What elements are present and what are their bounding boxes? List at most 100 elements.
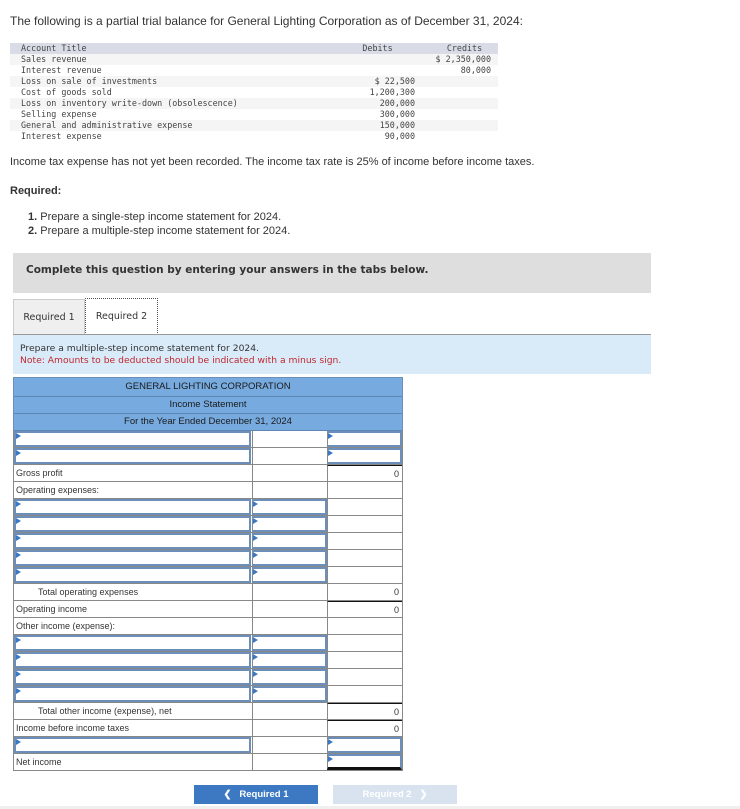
tab-required-1[interactable]: Required 1 [13, 299, 85, 335]
empty-cell [252, 448, 327, 464]
tab-instructions: Prepare a multiple-step income statement… [13, 335, 651, 374]
statement-row [13, 533, 403, 550]
tax-note: Income tax expense has not yet been reco… [10, 156, 535, 168]
statement-row: Operating expenses: [13, 482, 403, 499]
total-other-income-value: 0 [327, 703, 402, 719]
operating-expenses-label: Operating expenses: [16, 485, 100, 495]
amount-input[interactable] [252, 686, 327, 702]
total-operating-expenses-value: 0 [327, 584, 402, 600]
required-item: 1. Prepare a single-step income statemen… [28, 210, 290, 224]
operating-income-label: Operating income [16, 604, 88, 614]
debit-value: $ 22,500 [324, 76, 420, 87]
statement-row [13, 499, 403, 516]
next-required-button[interactable]: Required 2 ❯ [333, 785, 457, 804]
amount-input[interactable] [252, 516, 327, 532]
statement-row [13, 567, 403, 584]
trial-balance-table: Account Title Debits Credits Sales reven… [10, 43, 498, 142]
instruction-text: Prepare a multiple-step income statement… [20, 343, 260, 354]
operating-income-value: 0 [327, 601, 402, 617]
empty-cell [252, 584, 327, 600]
empty-cell [327, 652, 402, 668]
debit-value: 90,000 [384, 131, 415, 141]
amount-input[interactable] [327, 448, 402, 464]
header-account-title: Account Title [10, 43, 324, 54]
empty-cell [252, 703, 327, 719]
next-button-label: Required 2 [362, 789, 412, 800]
prev-required-button[interactable]: ❮ Required 1 [194, 785, 318, 804]
credit-value [420, 131, 498, 142]
credit-value [420, 76, 498, 87]
empty-cell [327, 516, 402, 532]
statement-header: GENERAL LIGHTING CORPORATION Income Stat… [13, 377, 403, 431]
table-row: Interest expense 90,000 [10, 131, 498, 142]
statement-title: Income Statement [14, 397, 402, 414]
net-income-input[interactable] [327, 754, 402, 770]
statement-row [13, 635, 403, 652]
empty-cell [327, 669, 402, 685]
account-dropdown[interactable] [14, 686, 251, 702]
company-name: GENERAL LIGHTING CORPORATION [14, 378, 402, 397]
amount-input[interactable] [252, 652, 327, 668]
header-debits: Debits [324, 43, 420, 54]
amount-input[interactable] [252, 499, 327, 515]
account-dropdown[interactable] [14, 567, 251, 583]
tab-required-2[interactable]: Required 2 [85, 298, 158, 335]
statement-row: Net income [13, 754, 403, 771]
statement-row [13, 431, 403, 448]
net-income-label: Net income [16, 757, 62, 767]
item-text: Prepare a single-step income statement f… [40, 211, 282, 223]
empty-cell [252, 601, 327, 617]
amount-input[interactable] [252, 567, 327, 583]
account-dropdown[interactable] [14, 533, 251, 549]
total-other-income-label: Total other income (expense), net [38, 706, 172, 716]
amount-input[interactable] [252, 669, 327, 685]
account-dropdown[interactable] [14, 448, 251, 464]
intro-text: The following is a partial trial balance… [10, 14, 523, 28]
income-statement: GENERAL LIGHTING CORPORATION Income Stat… [13, 377, 403, 771]
empty-cell [252, 720, 327, 736]
table-row: Loss on sale of investments $ 22,500 [10, 76, 498, 87]
item-number: 1. [28, 211, 38, 223]
header-credits: Credits [420, 43, 498, 54]
empty-cell [327, 635, 402, 651]
debit-value [324, 54, 420, 65]
account-dropdown[interactable] [14, 652, 251, 668]
account-dropdown[interactable] [14, 737, 251, 753]
account-dropdown[interactable] [14, 550, 251, 566]
income-before-taxes-value: 0 [327, 720, 402, 736]
account-dropdown[interactable] [14, 635, 251, 651]
empty-cell [327, 499, 402, 515]
credit-value [420, 87, 498, 98]
credit-value [420, 98, 498, 109]
amount-input[interactable] [252, 550, 327, 566]
income-before-taxes-label: Income before income taxes [16, 723, 130, 733]
empty-cell [252, 737, 327, 753]
account-name: Cost of goods sold [21, 87, 112, 97]
statement-row: Operating income 0 [13, 601, 403, 618]
banner-text: Complete this question by entering your … [26, 264, 429, 276]
account-dropdown[interactable] [14, 431, 251, 447]
account-name: Selling expense [21, 109, 97, 119]
empty-cell [252, 754, 327, 770]
amount-input[interactable] [327, 737, 402, 753]
account-dropdown[interactable] [14, 516, 251, 532]
account-name: Sales revenue [10, 54, 324, 65]
amount-input[interactable] [252, 635, 327, 651]
credit-value: $ 2,350,000 [420, 54, 498, 65]
credit-value [420, 109, 498, 120]
account-dropdown[interactable] [14, 669, 251, 685]
amount-input[interactable] [327, 431, 402, 447]
gross-profit-label: Gross profit [16, 468, 63, 478]
credit-value [420, 120, 498, 131]
statement-row [13, 516, 403, 533]
empty-cell [252, 482, 327, 498]
required-heading: Required: [10, 185, 62, 197]
empty-cell [327, 567, 402, 583]
empty-cell [327, 686, 402, 702]
account-dropdown[interactable] [14, 499, 251, 515]
amount-input[interactable] [252, 533, 327, 549]
account-name: Loss on sale of investments [10, 76, 324, 87]
statement-row [13, 669, 403, 686]
empty-cell [252, 431, 327, 447]
item-text: Prepare a multiple-step income statement… [40, 225, 291, 237]
